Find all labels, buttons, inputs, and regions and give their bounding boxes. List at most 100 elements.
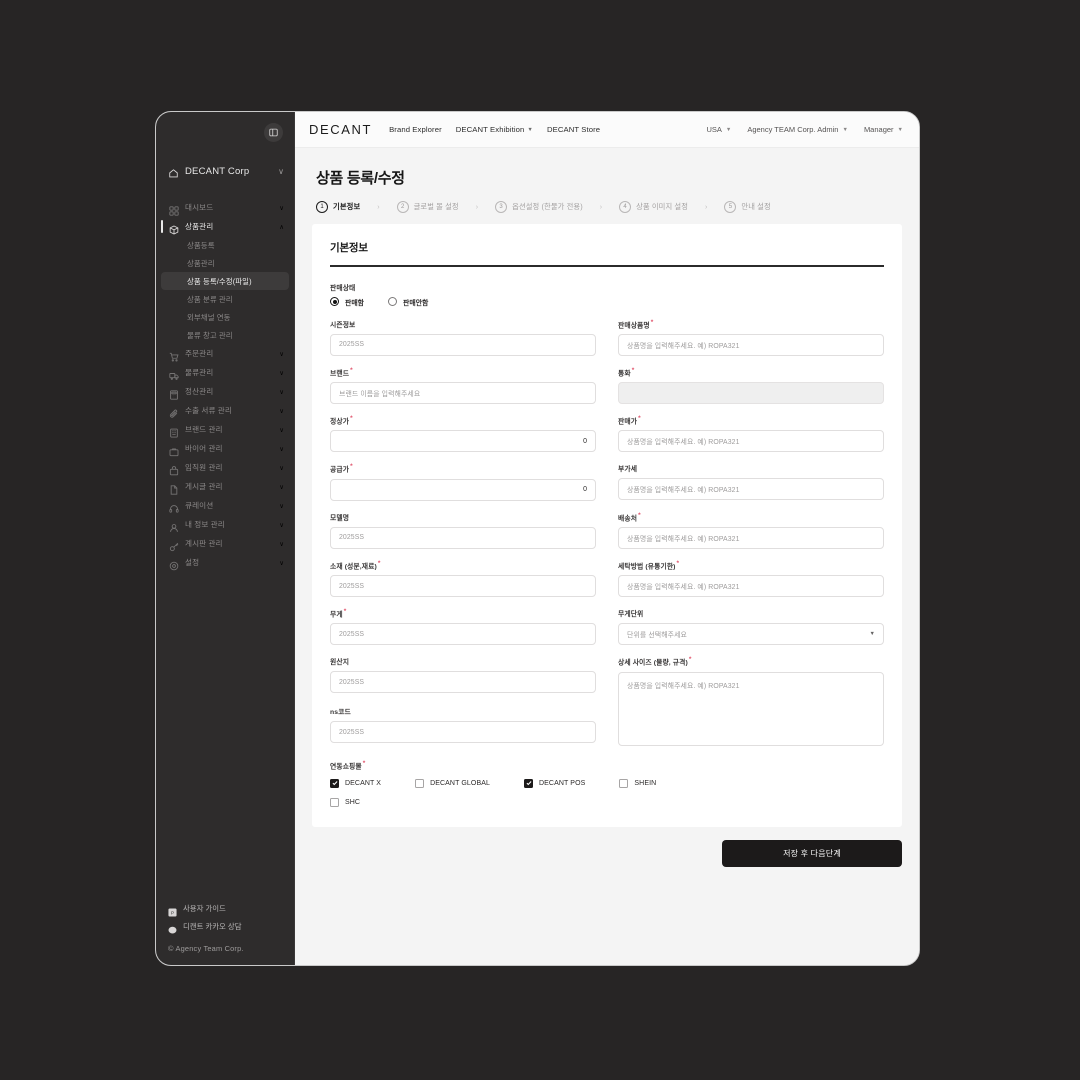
- checkbox-label: DECANT POS: [539, 779, 586, 787]
- shipping-origin-input[interactable]: 상품명을 입력해주세요. 예) ROPA321: [618, 526, 884, 549]
- sidebar-subitem-warehouse[interactable]: 물류 창고 관리: [161, 326, 289, 344]
- checkbox-shc[interactable]: SHC: [330, 794, 360, 811]
- sidebar-item-curation[interactable]: 큐레이션 ∨: [156, 496, 294, 515]
- sidebar-subitem-product-category[interactable]: 상품 분류 관리: [161, 290, 289, 308]
- role-select[interactable]: Manager ▼: [864, 125, 903, 134]
- calculator-icon: [169, 387, 179, 400]
- vat-input[interactable]: 상품명을 입력해주세요. 예) ROPA321: [618, 478, 884, 501]
- checkbox-decant-x[interactable]: DECANT X: [330, 775, 381, 792]
- sidebar-item-buyer-management[interactable]: 바이어 관리 ∨: [156, 439, 294, 458]
- user-guide-link[interactable]: P 사용자 가이드: [168, 899, 294, 917]
- checkbox-decant-global[interactable]: DECANT GLOBAL: [415, 775, 490, 792]
- sidebar-item-label: 큐레이션: [185, 501, 214, 510]
- sidebar-item-settlement[interactable]: 정산관리 ∨: [156, 382, 294, 401]
- region-select[interactable]: USA ▼: [706, 125, 731, 134]
- required-mark: *: [676, 559, 680, 567]
- key-icon: [169, 539, 179, 551]
- sidebar-item-label: 정산관리: [185, 387, 214, 396]
- org-switcher[interactable]: DECANT Corp ∨: [156, 158, 294, 184]
- sidebar: DECANT Corp ∨ 대시보드 ∨ 상품관리 ∧ 상품등록 상품관리 상품…: [156, 112, 295, 965]
- sale-price-input[interactable]: 상품명을 입력해주세요. 예) ROPA321: [618, 430, 884, 453]
- panel-collapse-icon[interactable]: [264, 123, 283, 142]
- ns-code-input[interactable]: 2025SS: [330, 721, 596, 744]
- headset-icon: [169, 501, 179, 513]
- sidebar-item-label: 내 정보 관리: [185, 520, 225, 529]
- checkbox-shein[interactable]: SHEIN: [619, 775, 656, 792]
- main-area: DECANT Brand Explorer DECANT Exhibition …: [295, 112, 919, 965]
- model-name-input[interactable]: 2025SS: [330, 526, 596, 549]
- gear-icon: [169, 558, 179, 570]
- checkbox-decant-pos[interactable]: DECANT POS: [524, 775, 585, 792]
- chevron-down-icon: ∨: [279, 521, 284, 529]
- topnav-decant-store[interactable]: DECANT Store: [547, 125, 600, 134]
- sidebar-subitem-product-register-edit-file[interactable]: 상품 등록/수정(파일): [161, 272, 289, 290]
- brand-input[interactable]: 브랜드 이름을 입력해주세요: [330, 382, 596, 405]
- topnav-brand-explorer[interactable]: Brand Explorer: [389, 125, 442, 134]
- required-mark: *: [631, 366, 635, 374]
- list-price-input[interactable]: 0: [330, 430, 596, 453]
- step-5-guide-settings[interactable]: 5 안내 설정: [724, 201, 771, 213]
- pdf-icon: P: [168, 904, 177, 917]
- sidebar-item-dashboard[interactable]: 대시보드 ∨: [156, 198, 294, 217]
- weight-unit-select[interactable]: 단위를 선택해주세요 ▼: [618, 623, 884, 646]
- required-mark: *: [650, 318, 654, 326]
- topnav-label: Brand Explorer: [389, 125, 442, 134]
- step-4-product-image[interactable]: 4 상품 이미지 설정: [619, 201, 688, 213]
- radio-label: 판매함: [345, 299, 365, 307]
- sidebar-subitem-product-register[interactable]: 상품등록: [161, 236, 289, 254]
- save-and-next-button[interactable]: 저장 후 다음단계: [722, 839, 902, 867]
- chevron-down-icon: ∨: [279, 407, 284, 415]
- sidebar-subitem-label: 상품 등록/수정(파일): [187, 276, 252, 286]
- step-label: 상품 이미지 설정: [636, 202, 689, 211]
- paperclip-icon: [169, 406, 179, 418]
- sidebar-item-my-info[interactable]: 내 정보 관리 ∨: [156, 515, 294, 534]
- material-input[interactable]: 2025SS: [330, 575, 596, 598]
- field-label: 무게*: [330, 608, 347, 619]
- account-select[interactable]: Agency TEAM Corp. Admin ▼: [747, 125, 848, 134]
- field-ns-code: ns코드 2025SS: [330, 706, 596, 745]
- required-mark: *: [377, 559, 381, 567]
- chevron-down-icon: ∨: [279, 426, 284, 434]
- briefcase-icon: [169, 444, 179, 456]
- season-info-input[interactable]: 2025SS: [330, 333, 596, 356]
- action-bar: 저장 후 다음단계: [312, 827, 902, 867]
- truck-icon: [169, 368, 179, 380]
- chevron-up-icon: ∧: [279, 223, 284, 231]
- linked-malls-checkbox-group-row2: SHC: [330, 794, 884, 811]
- sidebar-item-post-management[interactable]: 게시글 관리 ∨: [156, 477, 294, 496]
- sidebar-item-board-management[interactable]: 계시판 관리 ∨: [156, 534, 294, 553]
- sidebar-item-label: 수출 서류 관리: [185, 406, 232, 415]
- topnav-decant-exhibition[interactable]: DECANT Exhibition ▼: [456, 125, 533, 134]
- chevron-down-icon: ▼: [527, 126, 533, 133]
- checkbox-label: SHEIN: [634, 779, 657, 787]
- sidebar-item-label: 대시보드: [185, 203, 214, 212]
- supply-price-input[interactable]: 0: [330, 478, 596, 501]
- sidebar-item-product-management[interactable]: 상품관리 ∧: [156, 217, 294, 236]
- radio-on-sale[interactable]: 판매함: [330, 297, 364, 307]
- step-number: 4: [619, 201, 632, 213]
- weight-input[interactable]: 2025SS: [330, 623, 596, 646]
- washing-method-input[interactable]: 상품명을 입력해주세요. 예) ROPA321: [618, 575, 884, 598]
- radio-not-on-sale[interactable]: 판매안함: [388, 297, 428, 307]
- sidebar-item-orders[interactable]: 주문관리 ∨: [156, 344, 294, 363]
- field-material: 소재 (성분,재료)* 2025SS: [330, 559, 596, 598]
- sale-product-name-input[interactable]: 상품명을 입력해주세요. 예) ROPA321: [618, 333, 884, 356]
- field-label: 소재 (성분,재료)*: [330, 559, 381, 571]
- required-mark: *: [350, 366, 353, 374]
- kakao-consult-link[interactable]: 디캔트 카카오 상담: [168, 917, 294, 935]
- sidebar-item-export-documents[interactable]: 수출 서류 관리 ∨: [156, 401, 294, 420]
- step-3-option-settings[interactable]: 3 옵션설정 (한물가 전용): [495, 201, 583, 213]
- sidebar-item-brand-management[interactable]: 브랜드 관리 ∨: [156, 420, 294, 439]
- user-icon: [169, 520, 179, 532]
- sidebar-item-logistics[interactable]: 물류관리 ∨: [156, 363, 294, 382]
- step-1-basic-info[interactable]: 1 기본정보: [316, 201, 360, 213]
- step-2-global-mall[interactable]: 2 글로벌 몰 설정: [396, 201, 459, 213]
- sidebar-item-employee-management[interactable]: 임직원 관리 ∨: [156, 458, 294, 477]
- sidebar-subitem-external-channel[interactable]: 외부채널 연동: [161, 308, 289, 326]
- copyright-text: © Agency Team Corp.: [168, 944, 244, 953]
- chevron-down-icon: ∨: [279, 540, 284, 548]
- country-of-origin-input[interactable]: 2025SS: [330, 671, 596, 694]
- sidebar-item-settings[interactable]: 설정 ∨: [156, 553, 294, 572]
- detail-size-textarea[interactable]: 상품명을 입력해주세요. 예) ROPA321: [618, 671, 884, 746]
- sidebar-subitem-product-manage[interactable]: 상품관리: [161, 254, 289, 272]
